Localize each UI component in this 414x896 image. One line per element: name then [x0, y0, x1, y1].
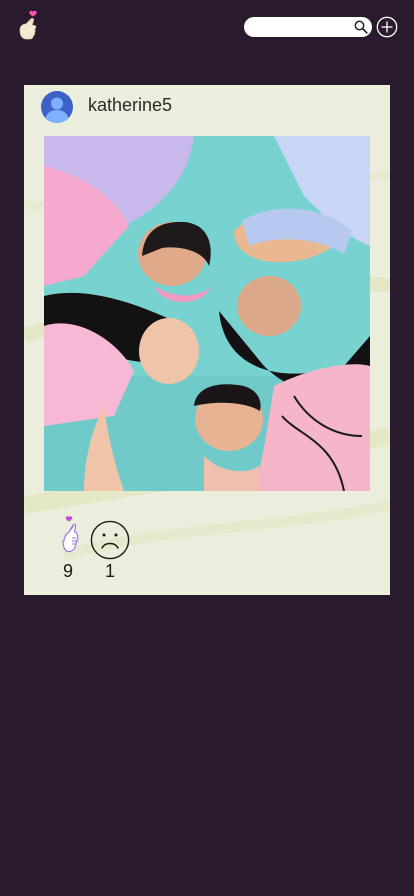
post-card: katherine5 9 1	[24, 85, 390, 595]
search-input[interactable]	[252, 19, 352, 35]
photo-image[interactable]	[44, 136, 370, 491]
post-username[interactable]: katherine5	[88, 95, 172, 116]
reaction-count-sad: 1	[104, 561, 115, 581]
user-avatar-icon[interactable]	[41, 91, 73, 123]
finger-heart-icon[interactable]	[56, 515, 82, 561]
sad-face-icon[interactable]	[90, 520, 130, 560]
reaction-count-heart: 9	[62, 561, 73, 581]
search-bar[interactable]	[244, 17, 372, 37]
search-icon[interactable]	[353, 19, 369, 35]
plus-circle-icon[interactable]	[376, 16, 398, 38]
finger-heart-icon[interactable]	[14, 10, 42, 44]
